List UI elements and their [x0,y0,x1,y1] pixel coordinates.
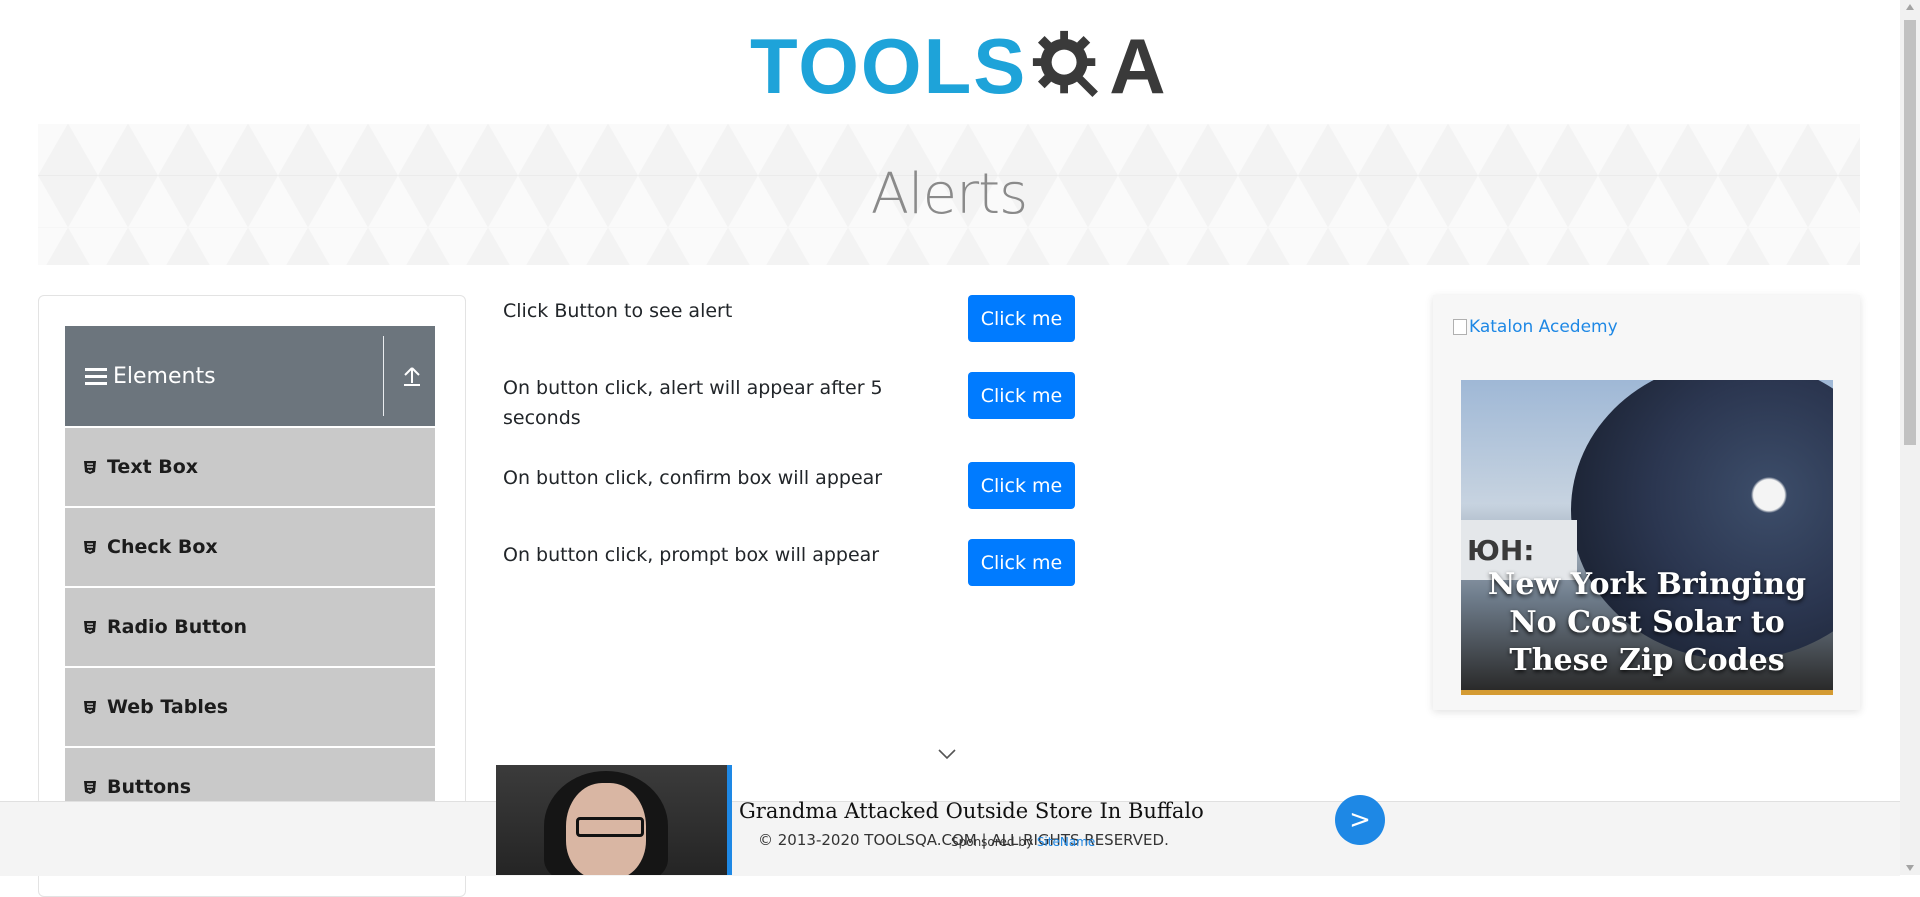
sidebar-item-text-box[interactable]: Text Box [65,426,435,506]
sidebar-item-web-tables[interactable]: Web Tables [65,666,435,746]
sidebar-item-label: Buttons [107,776,192,798]
alert-description: Click Button to see alert [503,300,733,322]
page-scrollbar[interactable] [1900,0,1920,875]
ad-headline: New York Bringing No Cost Solar to These… [1487,567,1807,678]
sidebar-item-radio-button[interactable]: Radio Button [65,586,435,666]
bottom-sticky-ad[interactable]: Grandma Attacked Outside Store In Buffal… [496,765,1395,875]
timer-alert-button[interactable]: Click me [968,372,1075,419]
alert-button[interactable]: Click me [968,295,1075,342]
scroll-up-arrow-icon[interactable] [1906,4,1914,10]
html5-icon [84,461,96,474]
html5-icon [84,701,96,714]
ad-panel: Katalon Acedemy ЮН: New York Bringing No… [1433,295,1860,710]
sidebar-item-label: Radio Button [107,616,247,638]
sidebar-item-label: Text Box [107,456,199,478]
thumbnail-glasses [576,817,644,837]
hamburger-icon [85,367,107,385]
sponsored-prefix: Sponsored by [951,835,1033,849]
html5-icon [84,781,96,794]
ad-thumbnail [496,765,732,875]
scroll-thumb[interactable] [1904,20,1916,445]
ad-link-text: Katalon Acedemy [1469,317,1618,337]
confirm-description: On button click, confirm box will appear [503,467,883,489]
timer-alert-description: On button click, alert will appear after… [503,377,883,429]
sidebar-item-label: Web Tables [107,696,229,718]
logo-a-letter: A [1109,21,1168,110]
logo-tools-text: TOOLS [750,21,1028,110]
sidebar-item-check-box[interactable]: Check Box [65,506,435,586]
bottom-ad-headline[interactable]: Grandma Attacked Outside Store In Buffal… [739,799,1204,823]
solar-ad-image[interactable]: ЮН: New York Bringing No Cost Solar to T… [1461,380,1833,695]
confirm-button[interactable]: Click me [968,462,1075,509]
scroll-down-arrow-icon[interactable] [1906,865,1914,871]
page-title: Alerts [870,162,1028,227]
sidebar-menu: Text Box Check Box Radio Button Web Tabl… [65,426,435,826]
prompt-button[interactable]: Click me [968,539,1075,586]
sidebar-item-label: Check Box [107,536,218,558]
gear-magnifier-icon [1033,30,1099,97]
sponsor-name[interactable]: SiteName [1037,835,1095,849]
page-banner: Alerts [38,124,1860,265]
sponsored-label: Sponsored by SiteName [951,835,1095,849]
broken-image-icon [1453,319,1467,335]
ad-next-button[interactable]: > [1335,795,1385,845]
html5-icon [84,621,96,634]
toolsqa-logo[interactable]: TOOLS A [750,18,1168,113]
html5-icon [84,541,96,554]
katalon-ad-link[interactable]: Katalon Acedemy [1453,317,1618,337]
chevron-down-icon[interactable] [937,748,957,760]
header-divider [383,336,384,416]
sidebar-group-title: Elements [113,363,216,389]
sidebar-group-elements[interactable]: Elements [65,326,435,426]
prompt-description: On button click, prompt box will appear [503,544,880,566]
collapse-arrow-icon[interactable] [401,364,423,388]
logo-qa-text: A [1027,27,1167,105]
